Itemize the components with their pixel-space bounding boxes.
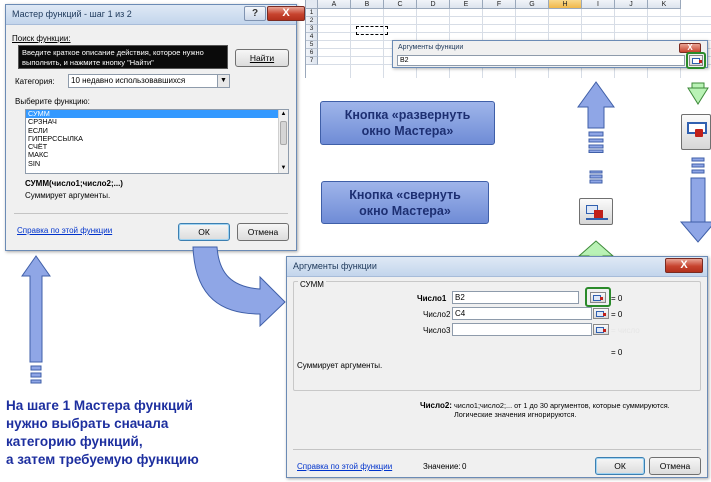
total-result: = 0	[611, 348, 623, 357]
blue-down-arrow-right	[679, 157, 711, 243]
caption-line-2: нужно выбрать сначала	[6, 416, 169, 431]
collapse-button-enlarged	[579, 198, 613, 225]
arg3-label: Число3	[423, 326, 451, 335]
arg2-input[interactable]: C4	[452, 307, 592, 320]
blue-up-arrow-caption	[21, 255, 51, 384]
arg1-label: Число1	[417, 294, 447, 303]
arg-help-label: Число2:	[420, 401, 452, 410]
arg2-collapse-icon[interactable]	[593, 308, 609, 319]
blue-up-arrow-left	[577, 81, 615, 184]
arg-help-text-2: Логические значения игнорируются.	[454, 410, 577, 419]
value-text: 0	[462, 462, 467, 471]
expand-button-enlarged	[681, 114, 711, 150]
caption-line-3: категорию функций,	[6, 434, 143, 449]
step-caption: На шаге 1 Мастера функций нужно выбрать …	[6, 397, 276, 469]
collapse-large-icon-bar	[586, 218, 608, 220]
arg2-value: C4	[455, 309, 466, 318]
arg2-label: Число2	[423, 310, 451, 319]
arg1-input[interactable]: B2	[452, 291, 579, 304]
arg2-result: = 0	[611, 310, 623, 319]
arg1-value: B2	[455, 293, 465, 302]
callout-expand-text: Кнопка «развернуть окно Мастера»	[344, 108, 471, 138]
green-down-arrow	[687, 82, 709, 105]
callout-collapse-text: Кнопка «свернуть окно Мастера»	[349, 188, 461, 218]
args-ok-button[interactable]: ОК	[595, 457, 645, 475]
callout-collapse: Кнопка «свернуть окно Мастера»	[321, 181, 489, 224]
callout-expand: Кнопка «развернуть окно Мастера»	[320, 101, 495, 145]
function-arguments-dialog: Аргументы функции X СУММ Число1 B2 = 0 Ч…	[286, 256, 708, 478]
arg3-input[interactable]	[452, 323, 592, 336]
value-label: Значение:	[423, 462, 461, 471]
args-cancel-button[interactable]: Отмена	[649, 457, 701, 475]
blue-curved-arrow	[192, 246, 286, 328]
arg3-collapse-icon[interactable]	[593, 324, 609, 335]
arg3-result: = число	[611, 326, 640, 335]
expand-large-icon-dot	[695, 129, 703, 137]
caption-line-1: На шаге 1 Мастера функций	[6, 398, 193, 413]
args-title: Аргументы функции	[293, 261, 377, 271]
collapse-large-icon-dot	[594, 210, 603, 218]
args-group-name: СУММ	[298, 280, 326, 289]
args-help-link[interactable]: Справка по этой функции	[297, 462, 392, 471]
args-title-bar: Аргументы функции X	[287, 257, 707, 277]
caption-line-4: а затем требуемую функцию	[6, 452, 199, 467]
arg1-result: = 0	[611, 294, 623, 303]
arg1-collapse-highlight	[585, 287, 611, 307]
arg-help-text-1: число1;число2;... от 1 до 30 аргументов,…	[454, 401, 670, 410]
args-close-icon[interactable]: X	[665, 258, 703, 273]
args-description: Суммирует аргументы.	[297, 361, 383, 370]
args-separator	[293, 449, 701, 450]
